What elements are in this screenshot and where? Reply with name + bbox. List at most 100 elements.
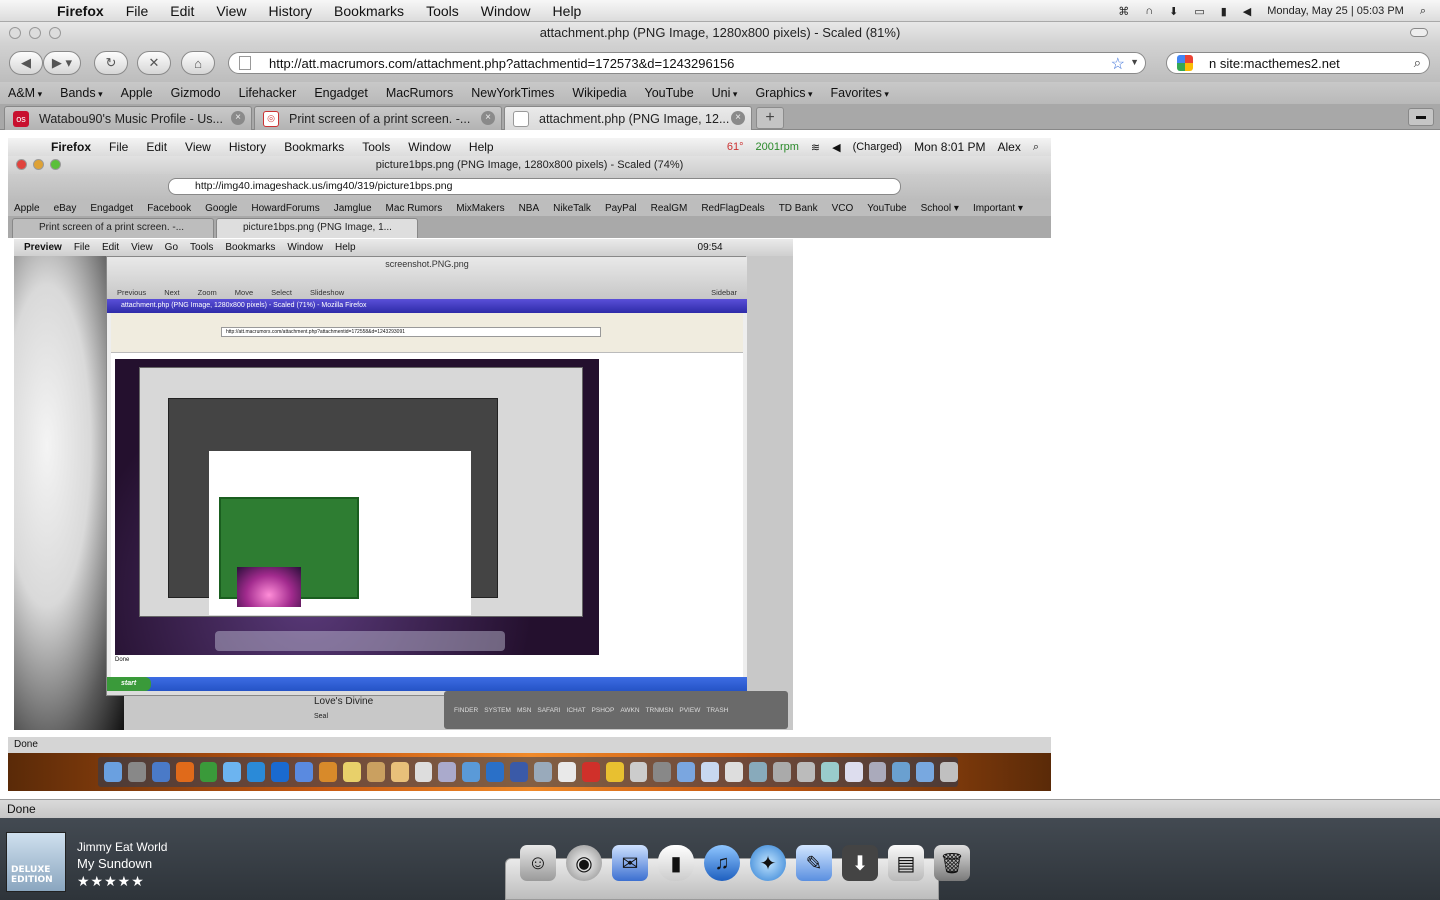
menu-help[interactable]: Help: [542, 3, 593, 19]
preview-title: screenshot.PNG.png: [385, 259, 469, 269]
preview-menu-item: Preview: [24, 242, 62, 253]
menu-view[interactable]: View: [205, 3, 257, 19]
close-tab-icon[interactable]: ×: [481, 111, 495, 125]
app-icon: [104, 762, 122, 782]
bookmark-wikipedia[interactable]: Wikipedia: [572, 86, 635, 100]
menu-file[interactable]: File: [115, 3, 160, 19]
bookmark-engadget[interactable]: Engadget: [314, 86, 377, 100]
nested-menu-item: Bookmarks: [284, 140, 345, 154]
home-icon: ⌂: [194, 55, 202, 71]
mail-icon[interactable]: ✉: [612, 845, 648, 881]
tab-print-screen[interactable]: ◎ Print screen of a print screen. -... ×: [254, 106, 502, 130]
nested-bookmark: TD Bank: [778, 202, 818, 214]
headphones-icon[interactable]: ∩: [1145, 5, 1153, 17]
itunes-icon[interactable]: ♫: [704, 845, 740, 881]
preview-toolbar-label: Move: [234, 288, 254, 297]
nested-tab: Print screen of a print screen. -...: [12, 218, 214, 238]
close-tab-icon[interactable]: ×: [731, 111, 745, 125]
app-icon: [366, 762, 385, 782]
menu-history[interactable]: History: [257, 3, 323, 19]
xp-status: Done: [115, 657, 130, 663]
download-arrow-icon[interactable]: ⬇: [1169, 5, 1178, 18]
screenshot-image[interactable]: Firefox File Edit View History Bookmarks…: [8, 138, 1051, 791]
safari-icon[interactable]: ✦: [750, 845, 786, 881]
nested-menu-app: Firefox: [51, 140, 92, 154]
nested-window-controls: [16, 159, 61, 170]
bookmark-lifehacker[interactable]: Lifehacker: [239, 86, 306, 100]
url-text[interactable]: http://att.macrumors.com/attachment.php?…: [269, 56, 734, 71]
menu-window[interactable]: Window: [470, 3, 542, 19]
search-bar[interactable]: n site:macthemes2.net ⌕: [1166, 52, 1430, 74]
forward-button[interactable]: ▶ ▾: [43, 51, 81, 75]
nested-bookmark: eBay: [53, 202, 77, 214]
home-button[interactable]: ⌂: [181, 51, 215, 75]
downloads-icon[interactable]: ⬇: [842, 845, 878, 881]
toolbar-toggle-button[interactable]: [1410, 28, 1428, 37]
tab-lastfm[interactable]: os Watabou90's Music Profile - Us... ×: [4, 106, 252, 130]
url-bar[interactable]: http://att.macrumors.com/attachment.php?…: [228, 52, 1146, 74]
preview-menu-item: View: [131, 242, 153, 253]
close-window-button[interactable]: [9, 27, 21, 39]
nested-menu-item: Help: [468, 140, 494, 154]
stop-button[interactable]: ✕: [137, 51, 171, 75]
pen-icon[interactable]: ✎: [796, 845, 832, 881]
reload-button[interactable]: ↻: [94, 51, 128, 75]
tab-bar: os Watabou90's Music Profile - Us... × ◎…: [0, 104, 1440, 130]
deeper-window: [139, 367, 583, 617]
menu-app-name[interactable]: Firefox: [46, 3, 115, 19]
signal-bars-icon[interactable]: ▮: [1221, 5, 1227, 18]
nested-bookmark: YouTube: [867, 202, 907, 214]
xp-taskbar: start: [107, 677, 747, 691]
system-icon[interactable]: ▮: [658, 845, 694, 881]
list-all-tabs-button[interactable]: ▬: [1408, 108, 1434, 126]
new-tab-button[interactable]: +: [756, 107, 784, 129]
spotlight-icon[interactable]: ⌕: [1420, 5, 1426, 18]
bookmark-newyorktimes[interactable]: NewYorkTimes: [471, 86, 563, 100]
back-button[interactable]: ◀: [9, 51, 43, 75]
minimize-window-button[interactable]: [29, 27, 41, 39]
display-icon[interactable]: ▭: [1194, 5, 1204, 18]
bookmark-youtube[interactable]: YouTube: [645, 86, 703, 100]
lastfm-icon: os: [13, 110, 29, 127]
menu-clock[interactable]: Monday, May 25 | 05:03 PM: [1267, 5, 1404, 17]
window-title-bar: attachment.php (PNG Image, 1280x800 pixe…: [0, 22, 1440, 44]
nested-bookmark: RealGM: [650, 202, 688, 214]
rating-stars[interactable]: ★★★★★: [77, 873, 167, 890]
menu-tools[interactable]: Tools: [415, 3, 470, 19]
app-icon: [820, 762, 839, 782]
finder-icon[interactable]: ☺: [520, 845, 556, 881]
reload-icon: ↻: [105, 55, 117, 70]
documents-icon[interactable]: ▤: [888, 845, 924, 881]
app-icon: [247, 762, 266, 782]
url-history-dropdown-icon[interactable]: ▼: [1130, 57, 1139, 67]
bookmark-gizmodo[interactable]: Gizmodo: [171, 86, 230, 100]
bookmark-macrumors[interactable]: MacRumors: [386, 86, 462, 100]
zoom-window-button[interactable]: [49, 27, 61, 39]
app-icon: [701, 762, 720, 782]
app-icon: [629, 762, 648, 782]
nested-toolbar: http://img40.imageshack.us/img40/319/pic…: [8, 174, 1051, 200]
bookmark-apple[interactable]: Apple: [121, 86, 162, 100]
bookmark-bands[interactable]: Bands: [60, 86, 111, 100]
bookmark-a-m[interactable]: A&M: [8, 86, 51, 100]
volume-icon[interactable]: ◀: [1243, 5, 1251, 18]
deeper-dock: [215, 631, 505, 651]
nested-bookmark: School ▾: [920, 202, 959, 214]
album-art[interactable]: DELUXE EDITION: [6, 832, 66, 892]
menu-edit[interactable]: Edit: [159, 3, 205, 19]
app-icon: [199, 762, 218, 782]
bookmark-star-icon[interactable]: ☆: [1111, 54, 1125, 74]
bookmark-uni[interactable]: Uni: [712, 86, 747, 100]
tab-attachment[interactable]: attachment.php (PNG Image, 12... ×: [504, 106, 752, 130]
close-tab-icon[interactable]: ×: [231, 111, 245, 125]
preview-dock-label: FINDER: [454, 706, 479, 714]
bookmark-graphics[interactable]: Graphics: [755, 86, 821, 100]
trash-icon[interactable]: 🗑: [934, 845, 970, 881]
dashboard-icon[interactable]: ◉: [566, 845, 602, 881]
search-text[interactable]: n site:macthemes2.net: [1209, 56, 1340, 71]
menu-bookmarks[interactable]: Bookmarks: [323, 3, 415, 19]
google-search-engine-icon[interactable]: [1177, 55, 1193, 71]
bookmark-favorites[interactable]: Favorites: [831, 86, 898, 100]
gamepad-icon[interactable]: ⌘: [1118, 5, 1129, 18]
search-icon[interactable]: ⌕: [1414, 55, 1421, 71]
